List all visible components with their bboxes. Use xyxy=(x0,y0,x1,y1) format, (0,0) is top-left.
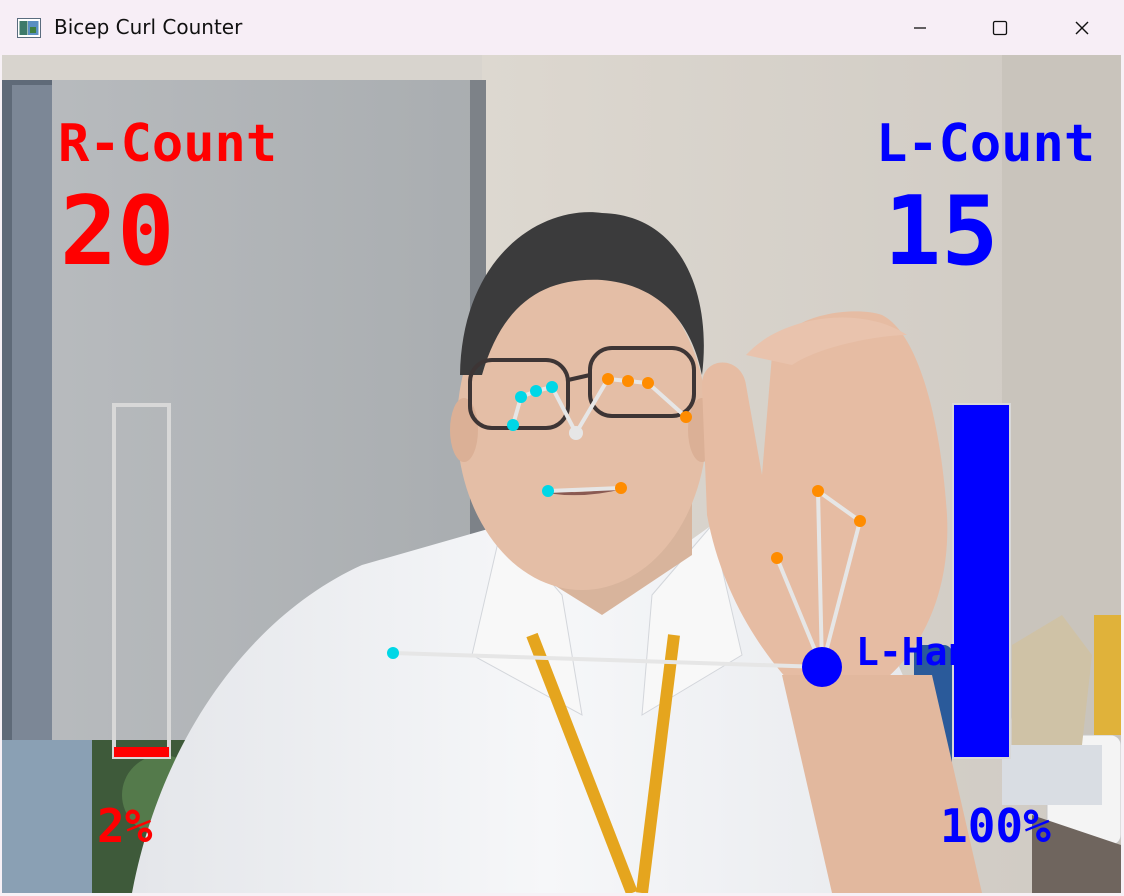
left-count-label: L-Count xyxy=(876,114,1096,174)
minimize-button[interactable] xyxy=(880,0,960,55)
window-title: Bicep Curl Counter xyxy=(54,15,243,39)
minimize-icon xyxy=(914,26,926,29)
right-progress-bar-fill xyxy=(114,747,169,757)
left-progress-bar-fill xyxy=(954,405,1009,757)
camera-view: R-Count 20 L-Count 15 2% 100% L-Hand xyxy=(2,55,1121,893)
title-bar[interactable]: Bicep Curl Counter xyxy=(0,0,1124,55)
right-progress-bar-outline xyxy=(112,403,171,759)
app-window: Bicep Curl Counter R-Count 20 L-Count 15… xyxy=(0,0,1124,896)
app-icon xyxy=(17,18,41,38)
hand-label: L-Hand xyxy=(856,630,994,674)
right-count-value: 20 xyxy=(60,177,175,287)
right-count-label: R-Count xyxy=(58,114,278,174)
right-percent: 2% xyxy=(97,799,153,853)
close-icon xyxy=(1075,21,1089,34)
maximize-icon xyxy=(992,20,1008,35)
left-percent: 100% xyxy=(940,799,1051,853)
left-count-value: 15 xyxy=(884,177,999,287)
maximize-button[interactable] xyxy=(960,0,1040,55)
close-button[interactable] xyxy=(1042,0,1122,55)
